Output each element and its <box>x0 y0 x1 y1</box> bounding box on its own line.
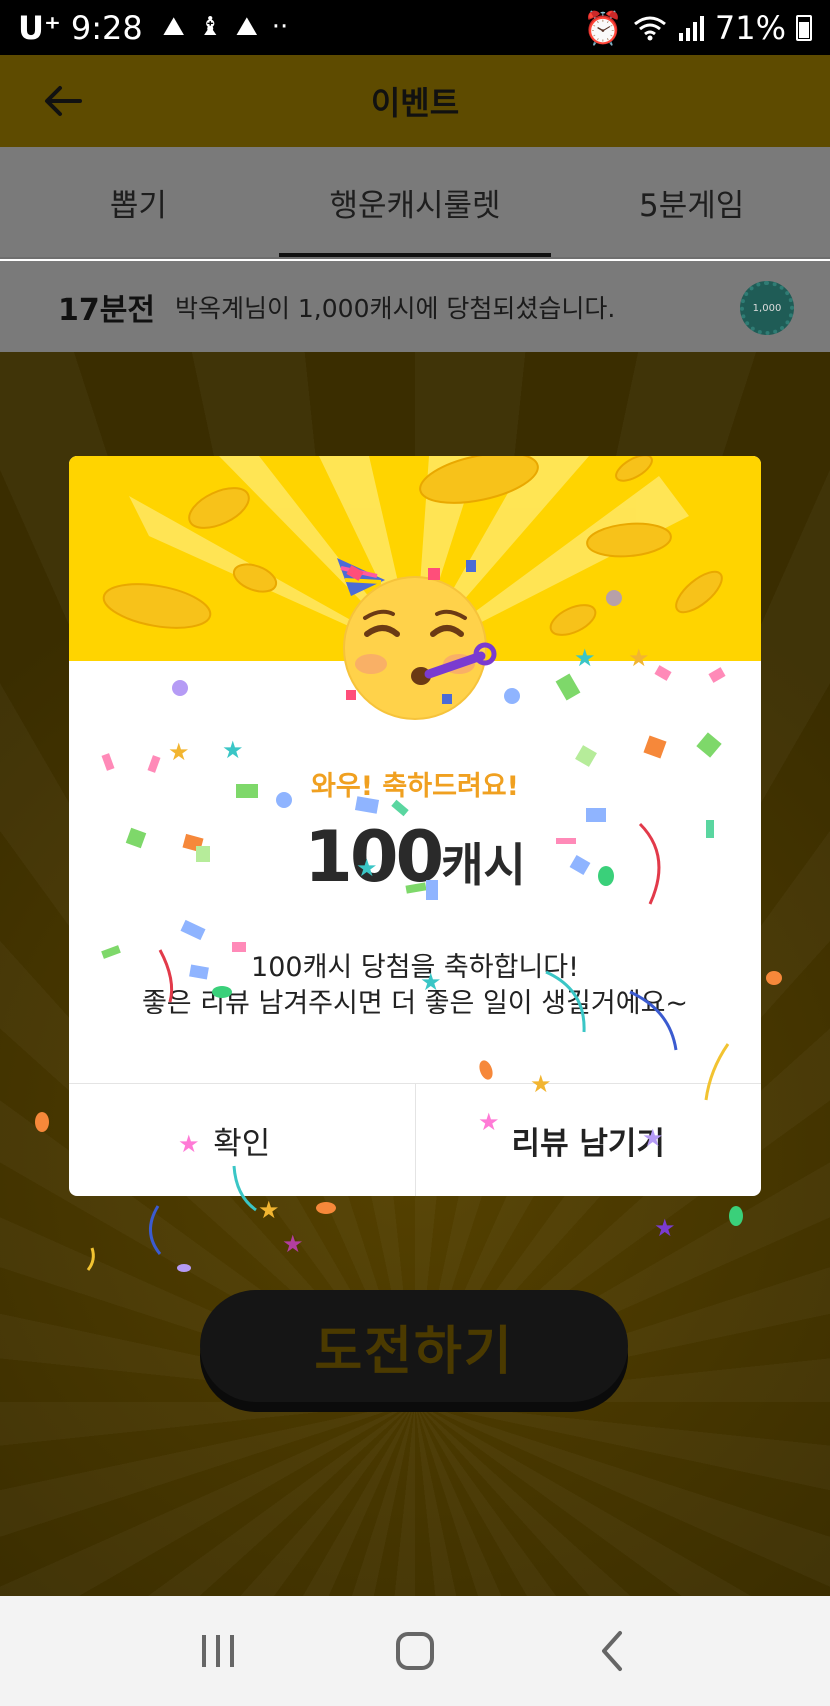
coin-badge-value: 1,000 <box>752 302 782 314</box>
challenge-button[interactable]: 도전하기 <box>200 1290 628 1402</box>
mountain-icon: ⛰ <box>162 12 185 42</box>
alarm-icon: ⏰ <box>583 8 623 47</box>
ticker-message: 박옥계님이 1,000캐시에 당첨되셨습니다. <box>174 293 616 323</box>
system-nav-bar <box>0 1596 830 1706</box>
screen: U⁺ 9:28 ⛰ ♝ ⛰ ·· ⏰ 71% 이벤트 뽑기 행운캐시룰렛 5분게… <box>0 0 830 1706</box>
coin-badge-icon: 1,000 <box>740 281 794 335</box>
dialog-actions: 확인 리뷰 남기기 <box>69 1083 761 1196</box>
battery-icon <box>796 14 812 41</box>
status-bar: U⁺ 9:28 ⛰ ♝ ⛰ ·· ⏰ 71% <box>0 0 830 55</box>
carrier-label: U⁺ <box>18 8 61 47</box>
message-line-1: 100캐시 당첨을 축하합니다! <box>251 952 579 983</box>
tab-five-minute-game[interactable]: 5분게임 <box>553 147 830 257</box>
prize-unit: 캐시 <box>441 838 526 892</box>
overflow-dots: ·· <box>271 12 289 42</box>
prize-amount: 100캐시 <box>69 816 761 898</box>
party-face-icon <box>337 558 497 720</box>
back-arrow-icon[interactable] <box>40 77 88 125</box>
prize-value: 100 <box>304 816 444 898</box>
winner-ticker: 17분전 박옥계님이 1,000캐시에 당첨되셨습니다. 1,000 <box>0 261 830 352</box>
confirm-button[interactable]: 확인 <box>69 1084 415 1196</box>
home-icon[interactable] <box>385 1621 445 1681</box>
congrats-message: 100캐시 당첨을 축하합니다! 좋은 리뷰 남겨주시면 더 좋은 일이 생길거… <box>69 950 761 1022</box>
mountain-icon: ⛰ <box>235 12 258 42</box>
notification-icons: ⛰ ♝ ⛰ ·· <box>163 12 289 43</box>
recent-apps-icon[interactable] <box>188 1621 248 1681</box>
page-title: 이벤트 <box>370 84 460 122</box>
runner-icon: ♝ <box>198 12 222 42</box>
wifi-icon <box>633 16 666 40</box>
signal-icon <box>678 15 704 41</box>
tab-bar: 뽑기 행운캐시룰렛 5분게임 <box>0 147 830 259</box>
status-time: 9:28 <box>70 8 143 47</box>
message-line-2: 좋은 리뷰 남겨주시면 더 좋은 일이 생길거에요~ <box>141 988 689 1019</box>
app-header: 이벤트 <box>0 55 830 147</box>
tab-lucky-roulette[interactable]: 행운캐시룰렛 <box>277 147 554 257</box>
congrats-heading: 와우! 축하드려요! <box>311 771 519 802</box>
battery-percent: 71% <box>714 8 786 47</box>
status-right: ⏰ 71% <box>583 9 812 47</box>
win-dialog: 와우! 축하드려요! 100캐시 100캐시 당첨을 축하합니다! 좋은 리뷰 … <box>69 456 761 1196</box>
write-review-button[interactable]: 리뷰 남기기 <box>414 1084 762 1196</box>
ticker-time: 17분전 <box>58 292 155 328</box>
tab-draw[interactable]: 뽑기 <box>0 147 277 257</box>
back-nav-icon[interactable] <box>582 1621 642 1681</box>
